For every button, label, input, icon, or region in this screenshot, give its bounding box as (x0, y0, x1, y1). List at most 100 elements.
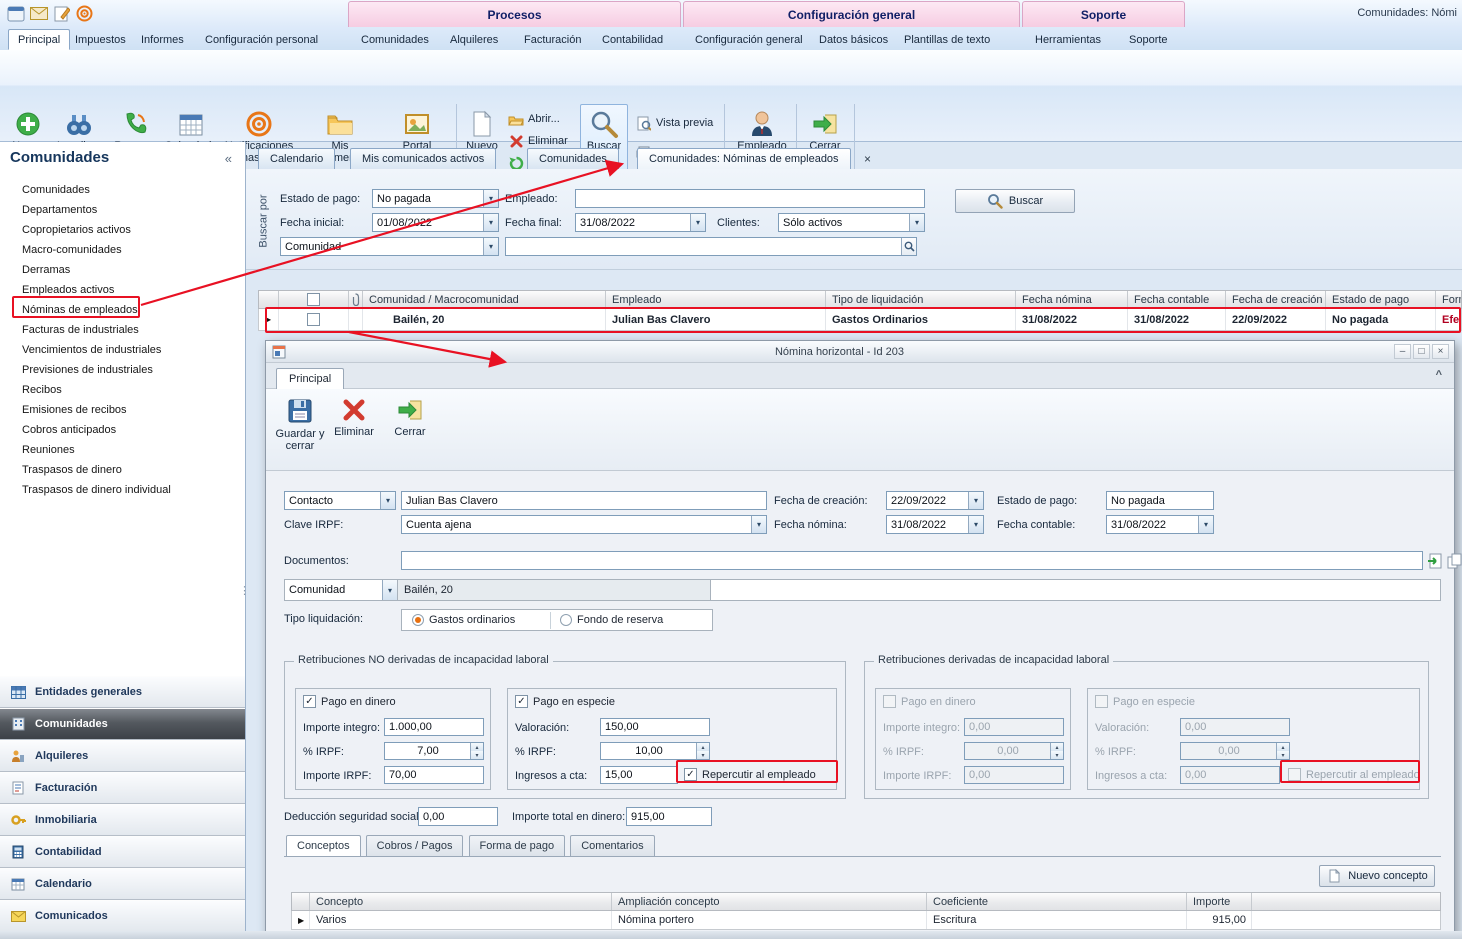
comunidad-value-field[interactable]: Bailén, 20 (398, 580, 711, 600)
tab-datos-basicos[interactable]: Datos básicos (810, 29, 897, 50)
row-checkbox[interactable] (307, 313, 320, 326)
dropdown-arrow-icon[interactable]: ▾ (483, 190, 498, 207)
sidebar-item-facturas-industriales[interactable]: Facturas de industriales (0, 320, 244, 340)
comunidad-search-input[interactable] (505, 237, 917, 256)
dropdown-arrow-icon[interactable]: ▾ (483, 214, 498, 231)
splitter-handle[interactable]: ⋮ (239, 584, 250, 597)
copy-document-icon[interactable] (1446, 553, 1462, 569)
header-empleado[interactable]: Empleado (606, 291, 826, 308)
irpf-pct-field[interactable]: 7,00 ▴▾ (384, 742, 484, 760)
maximize-icon[interactable]: □ (1413, 344, 1430, 359)
guardar-y-cerrar-button[interactable]: Guardar y cerrar (274, 393, 326, 467)
estado-pago-dialog-field[interactable]: No pagada (1106, 491, 1214, 510)
nav-comunicados[interactable]: Comunicados (0, 900, 245, 932)
sidebar-item-empleados-activos[interactable]: Empleados activos (0, 280, 244, 300)
importe-total-field[interactable]: 915,00 (626, 807, 712, 826)
doc-tab-comunidades[interactable]: Comunidades (527, 148, 619, 169)
empleado-input[interactable] (575, 189, 925, 208)
cerrar-button-dialog[interactable]: Cerrar (386, 393, 434, 467)
deduccion-ss-field[interactable]: 0,00 (418, 807, 498, 826)
tab-forma-de-pago[interactable]: Forma de pago (469, 835, 566, 856)
buscar-button[interactable]: Buscar (955, 189, 1075, 213)
sidebar-item-vencimientos-industriales[interactable]: Vencimientos de industriales (0, 340, 244, 360)
broadcast-icon[interactable] (75, 4, 94, 23)
fecha-nomina-select[interactable]: 31/08/2022 ▾ (886, 515, 984, 534)
dialog-tab-principal[interactable]: Principal (276, 368, 344, 389)
pago-en-especie-checkbox[interactable]: ✓ Pago en especie (515, 695, 615, 708)
fecha-final-select[interactable]: 31/08/2022 ▾ (575, 213, 706, 232)
valoracion-field[interactable]: 150,00 (600, 718, 710, 736)
search-magnifier-icon[interactable] (901, 238, 916, 255)
radio-fondo-reserva[interactable]: Fondo de reserva (560, 614, 663, 626)
nuevo-concepto-button[interactable]: Nuevo concepto (1319, 865, 1435, 887)
sidebar-item-reuniones[interactable]: Reuniones (0, 440, 244, 460)
dropdown-arrow-icon[interactable]: ▾ (1198, 516, 1213, 533)
sidebar-item-nominas-de-empleados[interactable]: Nóminas de empleados (0, 300, 244, 320)
tab-alquileres[interactable]: Alquileres (441, 29, 507, 50)
tab-conceptos[interactable]: Conceptos (286, 835, 361, 856)
mail-icon[interactable] (29, 4, 48, 23)
dialog-title-bar[interactable]: Nómina horizontal - Id 203 – □ × (266, 341, 1454, 363)
add-document-icon[interactable] (1426, 553, 1442, 569)
tab-impuestos[interactable]: Impuestos (66, 29, 135, 50)
fecha-contable-select[interactable]: 31/08/2022 ▾ (1106, 515, 1214, 534)
header-fecha-nomina[interactable]: Fecha nómina (1016, 291, 1128, 308)
nav-facturacion[interactable]: Facturación (0, 772, 245, 804)
nav-calendario[interactable]: Calendario (0, 868, 245, 900)
sidebar-item-departamentos[interactable]: Departamentos (0, 200, 244, 220)
spinner[interactable]: ▴▾ (696, 743, 709, 759)
dropdown-arrow-icon[interactable]: ▾ (968, 516, 983, 533)
header-fecha-contable[interactable]: Fecha contable (1128, 291, 1226, 308)
tab-comentarios[interactable]: Comentarios (570, 835, 654, 856)
bottom-scrollbar[interactable] (0, 931, 1462, 939)
nav-contabilidad[interactable]: Contabilidad (0, 836, 245, 868)
spinner[interactable]: ▴▾ (470, 743, 483, 759)
header-coeficiente[interactable]: Coeficiente (927, 893, 1187, 910)
edit-icon[interactable] (52, 4, 71, 23)
tab-contabilidad[interactable]: Contabilidad (593, 29, 672, 50)
spin-up-icon[interactable]: ▴ (471, 743, 483, 751)
tab-principal[interactable]: Principal (8, 29, 70, 50)
doc-tab-close-icon[interactable]: × (864, 152, 871, 166)
doc-tab-mis-comunicados[interactable]: Mis comunicados activos (350, 148, 496, 169)
contacto-combo[interactable]: Contacto ▾ (284, 491, 396, 510)
header-comunidad[interactable]: Comunidad / Macrocomunidad (363, 291, 606, 308)
estado-de-pago-select[interactable]: No pagada ▾ (372, 189, 499, 208)
repercutir-al-empleado-checkbox[interactable]: ✓ Repercutir al empleado (684, 768, 816, 781)
fecha-creacion-select[interactable]: 22/09/2022 ▾ (886, 491, 984, 510)
vista-previa-button[interactable]: Vista previa (636, 114, 713, 132)
irpf-pct-especie-field[interactable]: 10,00 ▴▾ (600, 742, 710, 760)
header-importe[interactable]: Importe (1187, 893, 1252, 910)
importe-integro-field[interactable]: 1.000,00 (384, 718, 484, 736)
doc-tab-nominas-empleados[interactable]: Comunidades: Nóminas de empleados (637, 148, 851, 169)
comunidad-combo-dialog[interactable]: Comunidad ▾ (285, 580, 398, 600)
dropdown-arrow-icon[interactable]: ▾ (968, 492, 983, 509)
nav-comunidades[interactable]: Comunidades (0, 708, 245, 740)
dropdown-arrow-icon[interactable]: ▾ (382, 580, 397, 600)
tab-configuracion-personal[interactable]: Configuración personal (196, 29, 327, 50)
sidebar-item-traspasos-dinero[interactable]: Traspasos de dinero (0, 460, 244, 480)
app-icon[interactable] (6, 4, 25, 23)
header-concepto[interactable]: Concepto (310, 893, 612, 910)
comunidad-combo[interactable]: Comunidad ▾ (280, 237, 499, 256)
sidebar-item-previsiones-industriales[interactable]: Previsiones de industriales (0, 360, 244, 380)
doc-tab-calendario[interactable]: Calendario (258, 148, 335, 169)
nav-alquileres[interactable]: Alquileres (0, 740, 245, 772)
sidebar-item-macro-comunidades[interactable]: Macro-comunidades (0, 240, 244, 260)
contacto-value-field[interactable]: Julian Bas Clavero (401, 491, 767, 510)
conceptos-row[interactable]: ▶ Varios Nómina portero Escritura 915,00 (291, 911, 1441, 930)
results-row[interactable]: ▶ Bailén, 20 Julian Bas Clavero Gastos O… (258, 309, 1462, 331)
sidebar-item-recibos[interactable]: Recibos (0, 380, 244, 400)
header-tipo-liquidacion[interactable]: Tipo de liquidación (826, 291, 1016, 308)
tab-comunidades[interactable]: Comunidades (352, 29, 438, 50)
sidebar-item-derramas[interactable]: Derramas (0, 260, 244, 280)
fecha-inicial-select[interactable]: 01/08/2022 ▾ (372, 213, 499, 232)
tab-plantillas-texto[interactable]: Plantillas de texto (895, 29, 999, 50)
tab-configuracion-general[interactable]: Configuración general (686, 29, 812, 50)
tab-informes[interactable]: Informes (132, 29, 193, 50)
tab-herramientas[interactable]: Herramientas (1026, 29, 1110, 50)
collapse-ribbon-icon[interactable]: ^ (1436, 369, 1442, 381)
documentos-field[interactable] (401, 551, 1423, 570)
dropdown-arrow-icon[interactable]: ▾ (909, 214, 924, 231)
abrir-button[interactable]: Abrir... (508, 110, 560, 128)
